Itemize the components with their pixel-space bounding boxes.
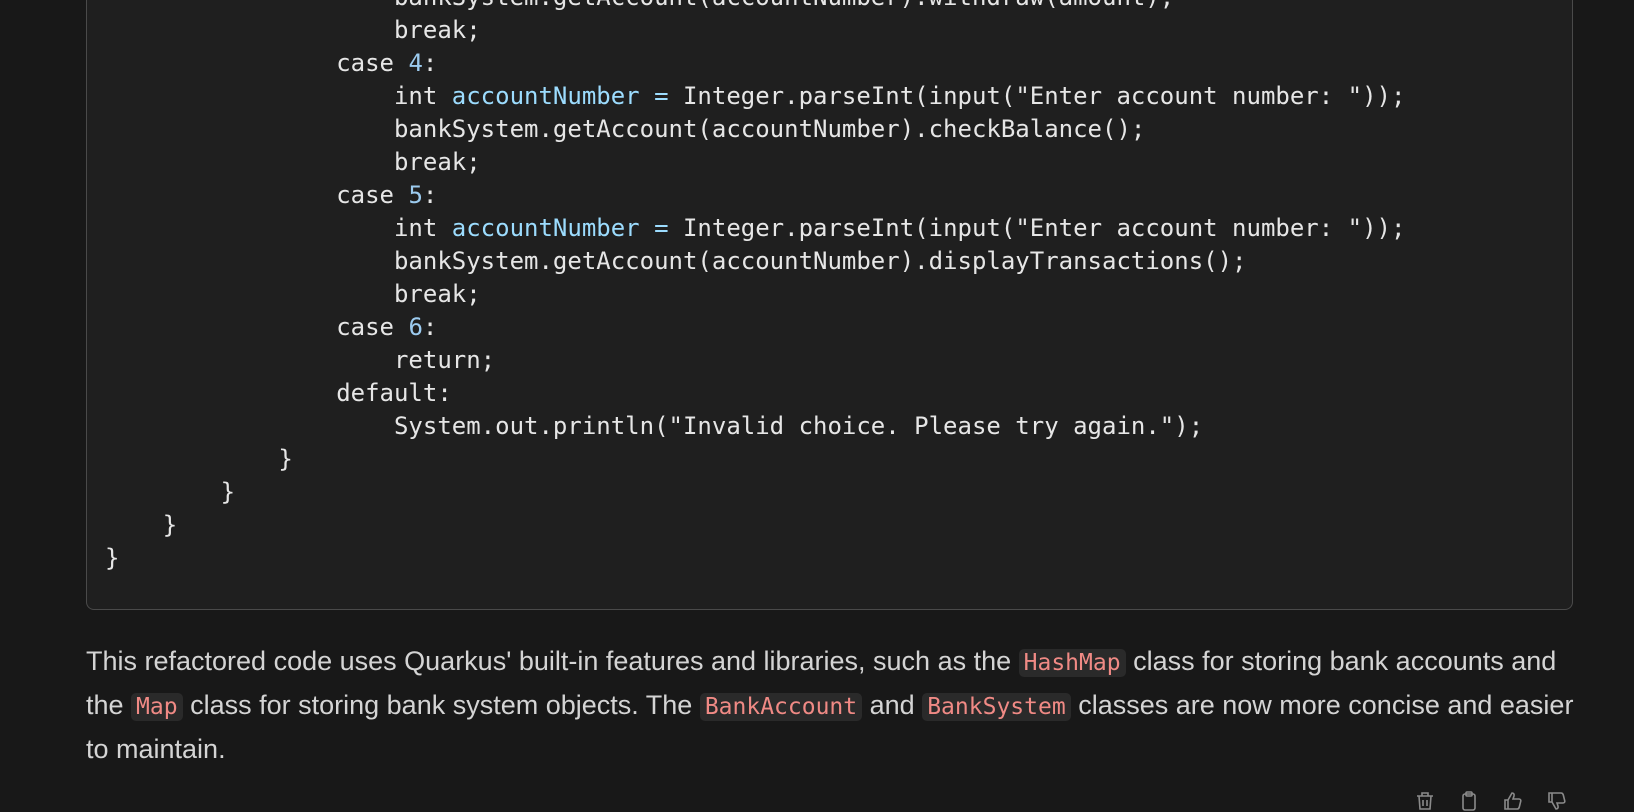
code-lines: bankSystem.getAccount(accountNumber).wit… (105, 0, 1405, 575)
message-text-run: class for storing bank system objects. T… (182, 690, 700, 720)
code-line: case 5: (105, 179, 1405, 212)
inline-code: BankAccount (699, 693, 863, 721)
code-line: } (105, 443, 1405, 476)
code-token: : (422, 313, 438, 341)
trash-icon (1417, 792, 1433, 810)
code-token: int (105, 82, 452, 110)
code-token: bankSystem.getAccount(accountNumber).wit… (105, 0, 1174, 11)
message-text-run: and (862, 690, 923, 720)
thumbs-up-button[interactable] (1498, 786, 1528, 812)
code-line: int accountNumber = Integer.parseInt(inp… (105, 80, 1405, 113)
thumbs-up-icon (1504, 792, 1522, 810)
assistant-message-text: This refactored code uses Quarkus' built… (86, 640, 1576, 770)
inline-code: HashMap (1018, 649, 1126, 677)
code-token: } (105, 544, 120, 572)
code-block: bankSystem.getAccount(accountNumber).wit… (86, 0, 1573, 610)
code-line: bankSystem.getAccount(accountNumber).dis… (105, 245, 1405, 278)
code-line: bankSystem.getAccount(accountNumber).wit… (105, 0, 1405, 14)
code-token: case (105, 313, 409, 341)
code-token: = (639, 82, 683, 110)
code-token: : (422, 49, 438, 77)
inline-code: Map (131, 693, 183, 721)
code-token: System.out.println("Invalid choice. Plea… (105, 412, 1204, 440)
code-line: break; (105, 14, 1405, 47)
code-line: default: (105, 377, 1405, 410)
delete-button[interactable] (1410, 786, 1440, 812)
message-text-run: This refactored code uses Quarkus' built… (86, 646, 1019, 676)
thumbs-down-icon (1548, 792, 1566, 810)
message-actions (1410, 786, 1572, 812)
code-token: case (105, 181, 409, 209)
code-token: } (105, 511, 178, 539)
code-line: case 4: (105, 47, 1405, 80)
code-line: return; (105, 344, 1405, 377)
code-token: accountNumber (451, 82, 640, 110)
code-line: int accountNumber = Integer.parseInt(inp… (105, 212, 1405, 245)
code-token: } (105, 445, 293, 473)
code-line: case 6: (105, 311, 1405, 344)
code-token: int (105, 214, 452, 242)
thumbs-down-button[interactable] (1542, 786, 1572, 812)
code-token: default: (105, 379, 452, 407)
copy-button[interactable] (1454, 786, 1484, 812)
code-token: : (422, 181, 438, 209)
code-token: case (105, 49, 409, 77)
code-token: bankSystem.getAccount(accountNumber).che… (105, 115, 1146, 143)
code-line: break; (105, 146, 1405, 179)
code-token: = (639, 214, 683, 242)
code-token: Integer.parseInt(input("Enter account nu… (682, 214, 1406, 242)
code-line: } (105, 509, 1405, 542)
code-line: System.out.println("Invalid choice. Plea… (105, 410, 1405, 443)
inline-code: BankSystem (922, 693, 1071, 721)
code-token: 5 (408, 181, 423, 209)
code-token: return; (105, 346, 496, 374)
code-token: break; (105, 280, 481, 308)
code-token: } (105, 478, 236, 506)
clipboard-icon (1462, 791, 1476, 811)
code-token: break; (105, 16, 481, 44)
code-token: break; (105, 148, 481, 176)
code-line: bankSystem.getAccount(accountNumber).che… (105, 113, 1405, 146)
code-token: 6 (408, 313, 423, 341)
code-line: } (105, 476, 1405, 509)
code-token: bankSystem.getAccount(accountNumber).dis… (105, 247, 1247, 275)
code-token: accountNumber (451, 214, 640, 242)
code-token: 4 (408, 49, 423, 77)
code-token: Integer.parseInt(input("Enter account nu… (682, 82, 1406, 110)
code-line: } (105, 542, 1405, 575)
code-line: break; (105, 278, 1405, 311)
